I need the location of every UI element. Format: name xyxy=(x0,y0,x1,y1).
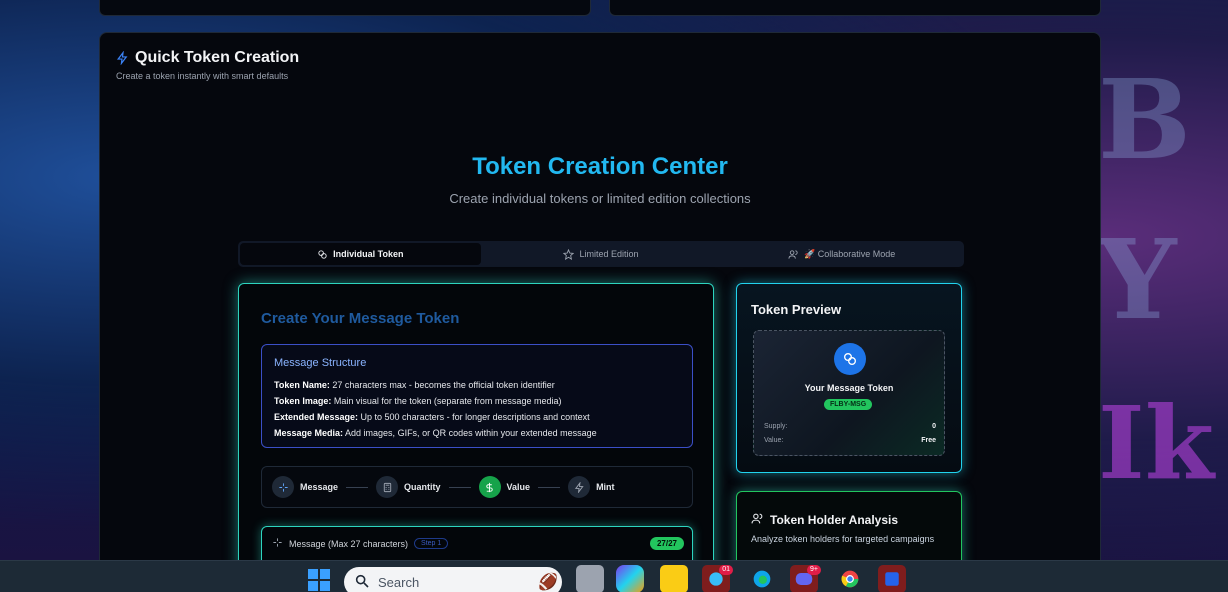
message-field-label: Message (Max 27 characters) xyxy=(289,538,409,549)
preview-symbol-badge: FLBY-MSG xyxy=(824,399,873,410)
preview-supply: Supply: 0 xyxy=(764,423,936,430)
step-connector xyxy=(346,486,369,488)
file-explorer-icon[interactable] xyxy=(660,565,688,592)
tab-limited-edition[interactable]: Limited Edition xyxy=(481,243,722,265)
preview-token-box: Your Message Token FLBY-MSG Supply: 0 Val… xyxy=(753,330,945,456)
link-icon xyxy=(834,343,866,375)
word-icon[interactable] xyxy=(878,565,906,592)
tab-label: Individual Token xyxy=(333,249,404,259)
football-icon: 🏈 xyxy=(538,574,558,591)
panel-subtitle: Create a token instantly with smart defa… xyxy=(116,71,289,81)
search-placeholder: Search xyxy=(378,574,420,590)
step-mint[interactable]: Mint xyxy=(568,476,615,498)
structure-token-name: Token Name: 27 characters max - becomes … xyxy=(274,380,555,390)
token-preview-card: Token Preview Your Message Token FLBY-MS… xyxy=(736,283,962,473)
step-label: Quantity xyxy=(404,482,441,492)
tab-label: 🚀 Collaborative Mode xyxy=(804,248,896,259)
taskbar: Search 🏈 01 9+ xyxy=(0,560,1228,592)
edge-icon[interactable] xyxy=(748,565,776,592)
sparkle-icon xyxy=(272,537,283,550)
users-icon xyxy=(751,512,764,528)
telegram-badge: 01 xyxy=(719,565,733,575)
dollar-icon xyxy=(478,476,501,498)
quick-token-panel: Quick Token Creation Create a token inst… xyxy=(99,32,1101,572)
windows-start-icon[interactable] xyxy=(308,569,330,591)
star-icon xyxy=(563,248,575,260)
structure-token-image: Token Image: Main visual for the token (… xyxy=(274,396,562,406)
preview-title: Token Preview xyxy=(751,302,842,317)
sparkle-icon xyxy=(272,476,294,498)
step-connector xyxy=(538,486,561,488)
task-view-icon[interactable] xyxy=(576,565,604,592)
background-art: B Y Ik xyxy=(1098,55,1215,502)
step-connector xyxy=(448,486,471,488)
step-value[interactable]: Value xyxy=(478,476,531,498)
bolt-icon xyxy=(116,51,129,65)
mode-tabs: Individual Token Limited Edition 🚀 Colla… xyxy=(238,241,964,267)
tab-collaborative-mode[interactable]: 🚀 Collaborative Mode xyxy=(721,243,962,265)
tab-individual-token[interactable]: Individual Token xyxy=(240,243,481,265)
character-count-badge: 27/27 xyxy=(649,537,684,550)
bolt-icon xyxy=(568,476,591,498)
link-icon xyxy=(317,249,328,260)
structure-extended-message: Extended Message: Up to 500 characters -… xyxy=(274,412,590,422)
users-icon xyxy=(788,249,799,260)
structure-title: Message Structure xyxy=(274,357,367,369)
step-quantity[interactable]: Quantity xyxy=(376,476,441,498)
message-structure-box: Message Structure Token Name: 27 charact… xyxy=(261,344,693,448)
panel-title: Quick Token Creation xyxy=(135,49,300,66)
preview-token-name: Your Message Token xyxy=(804,383,894,393)
structure-message-media: Message Media: Add images, GIFs, or QR c… xyxy=(274,428,597,438)
step-label: Mint xyxy=(596,482,615,492)
step-label: Value xyxy=(506,482,531,492)
top-card-right xyxy=(609,0,1101,16)
taskbar-search[interactable]: Search 🏈 xyxy=(344,567,562,592)
discord-icon[interactable]: 9+ xyxy=(790,565,821,592)
copilot-icon[interactable] xyxy=(616,565,644,592)
preview-value: Value: Free xyxy=(764,437,936,444)
step-message[interactable]: Message xyxy=(272,476,338,498)
holder-title: Token Holder Analysis xyxy=(770,513,899,527)
create-title: Create Your Message Token xyxy=(261,310,460,327)
holder-subtitle: Analyze token holders for targeted campa… xyxy=(751,534,935,544)
calculator-icon xyxy=(376,476,399,498)
create-token-card: Create Your Message Token Message Struct… xyxy=(238,283,714,571)
page-subtitle: Create individual tokens or limited edit… xyxy=(449,191,751,206)
discord-badge: 9+ xyxy=(807,565,821,575)
search-icon xyxy=(354,573,370,592)
holder-title-row: Token Holder Analysis xyxy=(751,512,898,528)
panel-title-row: Quick Token Creation xyxy=(116,49,299,67)
chrome-icon[interactable] xyxy=(836,565,864,592)
message-field-header: Message (Max 27 characters) Step 1 27/27 xyxy=(272,537,684,550)
tab-label: Limited Edition xyxy=(579,249,639,259)
panel-header: Quick Token Creation Create a token inst… xyxy=(116,49,299,81)
creation-stepper: Message Quantity Value Mint xyxy=(261,466,693,508)
step-label: Message xyxy=(300,482,339,492)
top-card-left xyxy=(99,0,591,16)
telegram-icon[interactable]: 01 xyxy=(702,565,733,592)
page-title: Token Creation Center xyxy=(472,153,728,180)
step-badge: Step 1 xyxy=(414,538,449,549)
